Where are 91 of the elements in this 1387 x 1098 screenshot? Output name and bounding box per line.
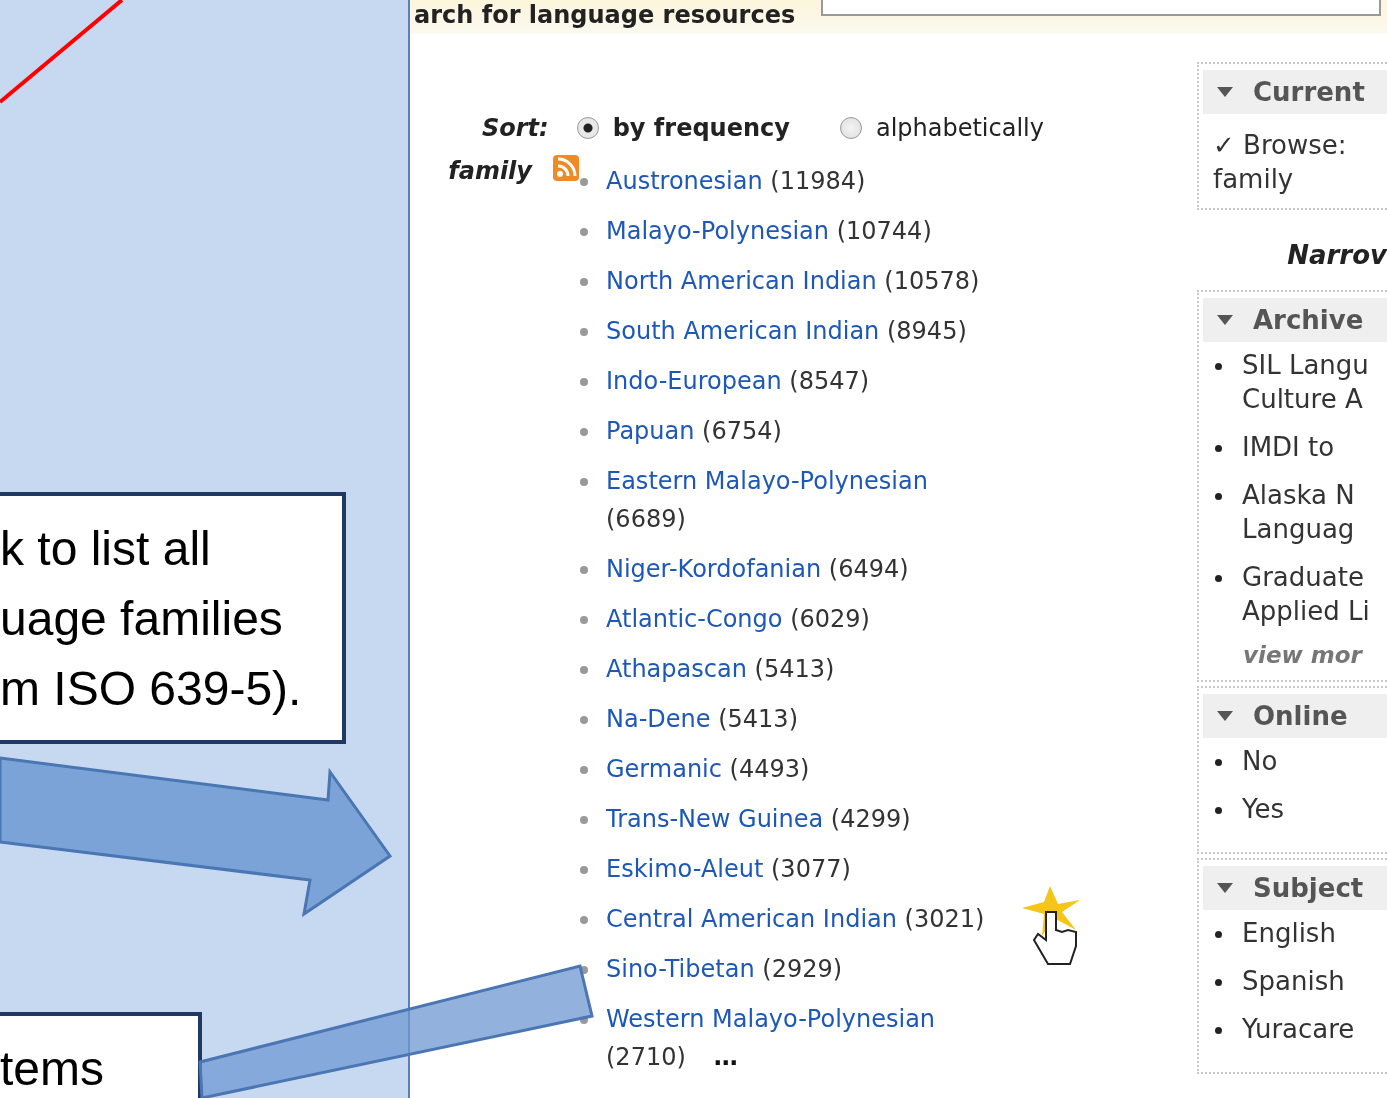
- bullet-icon: [580, 816, 588, 824]
- radio-button[interactable]: [839, 117, 862, 139]
- sort-option[interactable]: by frequency: [576, 114, 790, 142]
- family-link[interactable]: Indo-European: [606, 367, 782, 395]
- family-link[interactable]: Western Malayo-Polynesian: [606, 1005, 936, 1033]
- bullet-icon: [580, 228, 588, 236]
- facet-link[interactable]: Yuracare: [1242, 1012, 1355, 1046]
- bullet-icon: [580, 916, 588, 924]
- bullet-icon: [1215, 807, 1222, 814]
- bullet-icon: [580, 428, 588, 436]
- family-count: (5413): [754, 655, 835, 683]
- facet-link[interactable]: Yes: [1242, 792, 1284, 826]
- facet-link[interactable]: Graduate Applied Li: [1242, 560, 1370, 628]
- sort-label: Sort:: [482, 114, 549, 142]
- bullet-icon: [580, 478, 588, 486]
- family-count: (6494): [828, 555, 909, 583]
- bullet-icon: [1215, 759, 1222, 766]
- family-count: (6689): [606, 505, 686, 533]
- facet-header[interactable]: Subject: [1203, 866, 1387, 910]
- family-link[interactable]: Niger-Kordofanian: [606, 555, 822, 583]
- family-count: (6754): [702, 417, 782, 445]
- family-link[interactable]: Atlantic-Congo: [606, 605, 783, 633]
- bullet-icon: [580, 616, 588, 624]
- family-link[interactable]: Athapascan: [606, 655, 747, 683]
- facet-link[interactable]: English: [1242, 916, 1336, 950]
- facet-link[interactable]: SIL Langu Culture A: [1242, 348, 1369, 416]
- family-link[interactable]: Eskimo-Aleut: [606, 855, 764, 883]
- more-ellipsis: …: [713, 1043, 738, 1071]
- triangle-icon: [1215, 881, 1235, 895]
- triangle-icon: [1215, 85, 1235, 99]
- narrow-heading: Narrov: [1286, 240, 1387, 270]
- hand-cursor-icon: [1022, 886, 1080, 965]
- bullet-icon: [1215, 575, 1222, 582]
- triangle-icon: [1215, 709, 1235, 723]
- facet-header[interactable]: Online: [1203, 694, 1387, 738]
- family-count: (3021): [904, 905, 985, 933]
- family-count: (10578): [884, 267, 980, 295]
- family-link[interactable]: Na-Dene: [606, 705, 711, 733]
- family-link[interactable]: Malayo-Polynesian: [606, 217, 830, 245]
- view-more-link[interactable]: view mor: [1203, 642, 1387, 668]
- rss-icon[interactable]: [552, 154, 580, 182]
- family-count: (8547): [789, 367, 870, 395]
- page-title: arch for language resources: [414, 0, 796, 30]
- bullet-icon: [580, 328, 588, 336]
- bullet-icon: [580, 378, 588, 386]
- facet-link[interactable]: Alaska N Languag: [1242, 478, 1355, 546]
- facet-link[interactable]: Spanish: [1242, 964, 1345, 998]
- callout-box: k to list all uage families m ISO 639-5).: [0, 492, 346, 744]
- bullet-icon: [1215, 1027, 1222, 1034]
- family-link[interactable]: Austronesian: [606, 167, 763, 195]
- radio-button[interactable]: [576, 117, 599, 139]
- callout-box: tems: [0, 1012, 202, 1098]
- family-count: (10744): [836, 217, 932, 245]
- bullet-icon: [580, 716, 588, 724]
- bullet-icon: [580, 766, 588, 774]
- facet-header[interactable]: Archive: [1203, 298, 1387, 342]
- family-link[interactable]: Trans-New Guinea: [606, 805, 824, 833]
- bullet-icon: [580, 666, 588, 674]
- bullet-icon: [1215, 363, 1222, 370]
- family-link[interactable]: Eastern Malayo-Polynesian: [606, 467, 928, 495]
- family-count: (2710): [606, 1043, 686, 1071]
- family-count: (3077): [771, 855, 851, 883]
- family-link[interactable]: Central American Indian: [606, 905, 897, 933]
- family-link[interactable]: Sino-Tibetan: [606, 955, 755, 983]
- family-count: (2929): [762, 955, 843, 983]
- facet-link[interactable]: No: [1242, 744, 1278, 778]
- bullet-icon: [580, 278, 588, 286]
- family-count: (11984): [770, 167, 866, 195]
- family-link[interactable]: South American Indian: [606, 317, 880, 345]
- current-filter: ✓ Browse: family: [1212, 129, 1348, 196]
- family-link[interactable]: Germanic: [606, 755, 722, 783]
- bullet-icon: [1215, 979, 1222, 986]
- family-link[interactable]: Papuan: [606, 417, 695, 445]
- bullet-icon: [1215, 445, 1222, 452]
- triangle-icon: [1215, 313, 1235, 327]
- bullet-icon: [1215, 931, 1222, 938]
- facet-label: family: [448, 156, 532, 187]
- search-field[interactable]: [821, 0, 1381, 16]
- family-count: (6029): [790, 605, 870, 633]
- family-link[interactable]: North American Indian: [606, 267, 877, 295]
- family-count: (4299): [830, 805, 911, 833]
- facet-header[interactable]: Current: [1203, 70, 1387, 114]
- family-count: (8945): [886, 317, 967, 345]
- bullet-icon: [580, 178, 588, 186]
- family-count: (5413): [718, 705, 798, 733]
- sort-option[interactable]: alphabetically: [839, 114, 1044, 142]
- bullet-icon: [580, 566, 588, 574]
- family-count: (4493): [729, 755, 810, 783]
- bullet-icon: [580, 866, 588, 874]
- facet-link[interactable]: IMDI to: [1242, 430, 1335, 464]
- bullet-icon: [1215, 493, 1222, 500]
